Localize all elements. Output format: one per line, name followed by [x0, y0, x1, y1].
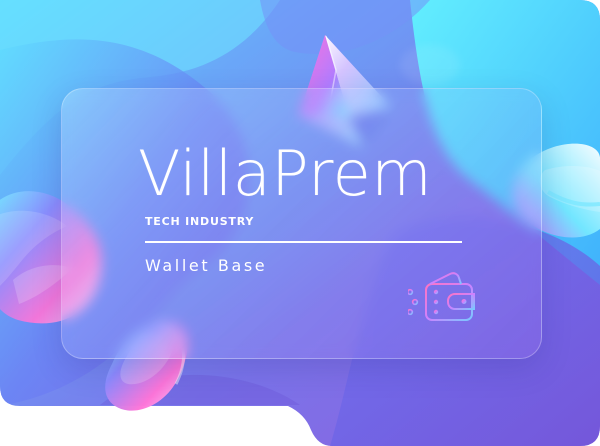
- brand-title: VillaPrem: [138, 137, 433, 210]
- title-divider: [145, 241, 462, 243]
- product-label: Wallet Base: [145, 256, 268, 275]
- wallet-circuit-icon: [408, 272, 475, 321]
- page: VillaPrem TECH INDUSTRY Wallet Base: [0, 0, 600, 446]
- industry-label: TECH INDUSTRY: [145, 215, 255, 228]
